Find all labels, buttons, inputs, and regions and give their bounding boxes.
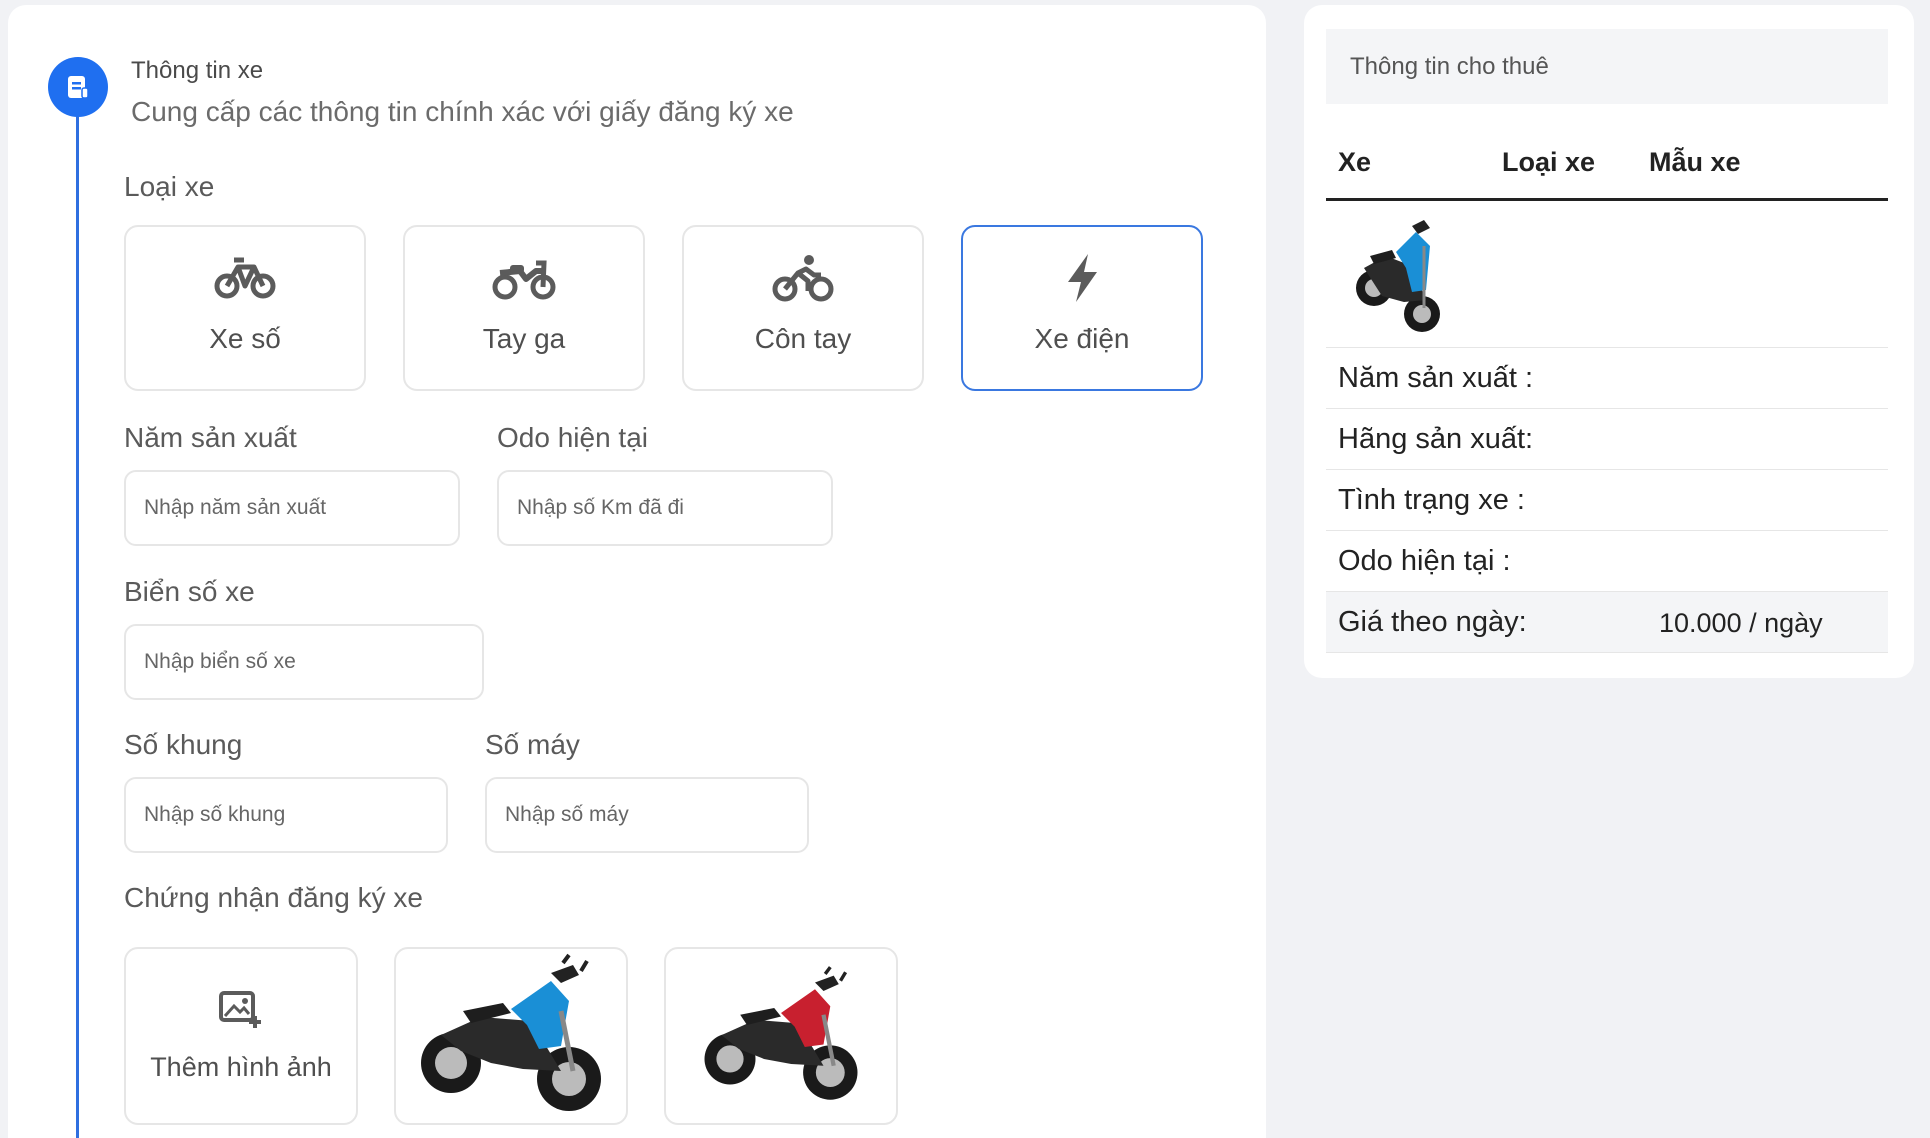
vehicle-info-form: Thông tin xe Cung cấp các thông tin chín… — [8, 5, 1266, 1138]
bicycle-icon — [214, 257, 276, 299]
rental-table-header: Xe Loại xe Mẫu xe — [1326, 133, 1888, 201]
vehicle-type-label-xe-so: Xe số — [209, 323, 281, 354]
rental-bike-row — [1326, 202, 1888, 348]
frame-number-label: Số khung — [124, 729, 243, 760]
column-header-loai-xe: Loại xe — [1502, 147, 1596, 177]
rental-info-title: Thông tin cho thuê — [1326, 29, 1888, 104]
vehicle-type-xe-so[interactable]: Xe số — [124, 225, 366, 391]
rental-row-brand-label: Hãng sản xuất: — [1338, 423, 1534, 455]
vehicle-type-label-con-tay: Côn tay — [754, 323, 852, 354]
motorbike-thumbnail — [1356, 220, 1440, 332]
rental-row-condition-label: Tình trạng xe : — [1338, 484, 1525, 516]
vehicle-type-xe-dien[interactable]: Xe điện — [961, 225, 1203, 391]
step-indicator — [48, 57, 108, 117]
vehicle-type-label-xe-dien: Xe điện — [1034, 323, 1130, 354]
odo-input[interactable] — [497, 470, 833, 546]
step-subtitle: Cung cấp các thông tin chính xác với giấ… — [131, 96, 794, 127]
registration-label: Chứng nhận đăng ký xe — [124, 882, 423, 913]
plate-input[interactable] — [124, 624, 484, 700]
vehicle-type-label-tay-ga: Tay ga — [482, 323, 566, 354]
registration-image-2[interactable] — [664, 947, 898, 1125]
year-input[interactable] — [124, 470, 460, 546]
vehicle-type-label: Loại xe — [124, 171, 215, 202]
lightning-icon — [1068, 254, 1097, 302]
rental-row-year: Năm sản xuất : — [1326, 348, 1888, 409]
rental-row-price-label: Giá theo ngày: — [1338, 606, 1527, 638]
step-title: Thông tin xe — [131, 57, 264, 84]
rental-info-panel: Thông tin cho thuê Xe Loại xe Mẫu xe Năm… — [1304, 5, 1914, 678]
rental-row-price-value: 10.000 / ngày — [1659, 608, 1823, 638]
column-header-mau-xe: Mẫu xe — [1649, 147, 1741, 177]
odo-label: Odo hiện tại — [497, 422, 648, 453]
registration-image-1[interactable] — [394, 947, 628, 1125]
rental-row-odo-label: Odo hiện tại : — [1338, 545, 1511, 577]
column-header-xe: Xe — [1338, 147, 1372, 177]
rental-row-price: Giá theo ngày: 10.000 / ngày — [1326, 592, 1888, 653]
vehicle-type-con-tay[interactable]: Côn tay — [682, 225, 924, 391]
frame-number-input[interactable] — [124, 777, 448, 853]
engine-number-label: Số máy — [485, 729, 580, 760]
year-label: Năm sản xuất — [124, 422, 297, 453]
rental-row-odo: Odo hiện tại : — [1326, 531, 1888, 592]
rental-row-year-label: Năm sản xuất : — [1338, 362, 1534, 394]
engine-number-input[interactable] — [485, 777, 809, 853]
motorbike-red-image — [704, 966, 858, 1100]
add-image-label: Thêm hình ảnh — [150, 1051, 332, 1082]
motorbike-blue-image — [421, 953, 601, 1111]
document-icon — [68, 76, 89, 99]
add-image-icon — [219, 990, 261, 1028]
motorcycle-icon — [492, 260, 556, 300]
vehicle-type-tay-ga[interactable]: Tay ga — [403, 225, 645, 391]
rental-row-brand: Hãng sản xuất: — [1326, 409, 1888, 470]
add-image-button[interactable]: Thêm hình ảnh — [124, 947, 358, 1125]
rental-row-condition: Tình trạng xe : — [1326, 470, 1888, 531]
step-timeline — [76, 89, 79, 1138]
plate-label: Biển số xe — [124, 576, 255, 607]
cyclist-icon — [772, 255, 834, 302]
